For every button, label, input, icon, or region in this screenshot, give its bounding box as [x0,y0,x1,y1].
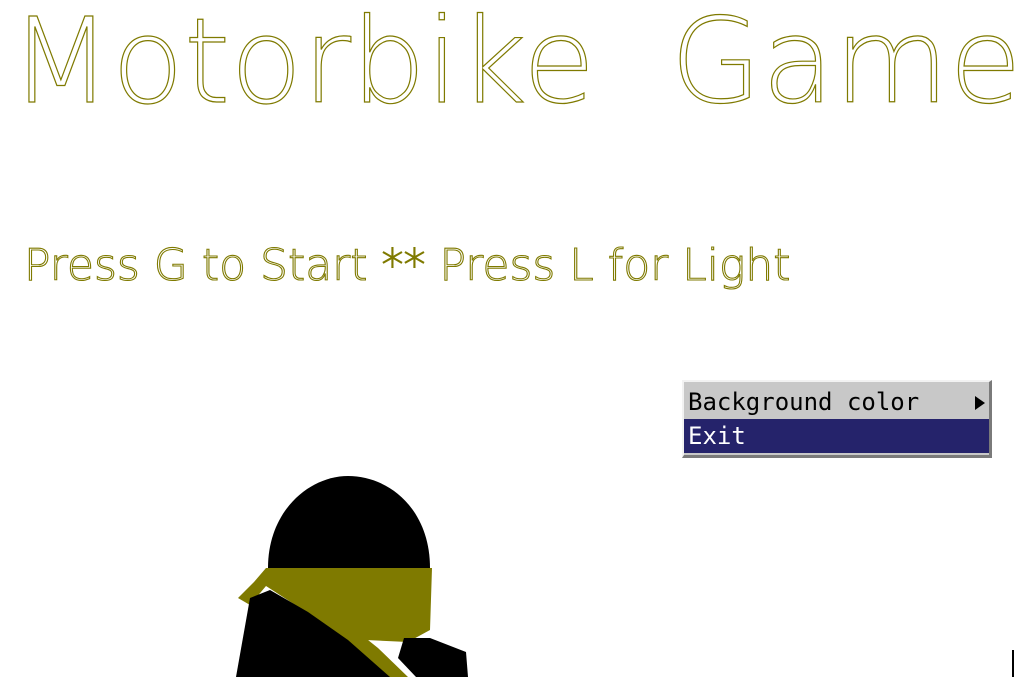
rider-body-right [398,638,468,677]
context-menu: Background color Exit [682,380,992,458]
instructions: Press G to Start ** Press L for Light [23,239,791,291]
game-title: Motorbike Game [9,0,1015,131]
menu-item-exit-label: Exit [688,422,746,450]
menu-item-exit[interactable]: Exit [684,419,989,453]
rider-figure [236,476,468,677]
menu-item-background-color[interactable]: Background color [684,385,989,419]
text-cursor [1012,650,1014,677]
menu-item-background-color-label: Background color [688,388,920,416]
game-title-text: Motorbike Game [10,0,1015,130]
instructions-text: Press G to Start ** Press L for Light [24,240,791,291]
rider-helmet [268,476,430,568]
submenu-arrow-icon [975,396,985,410]
